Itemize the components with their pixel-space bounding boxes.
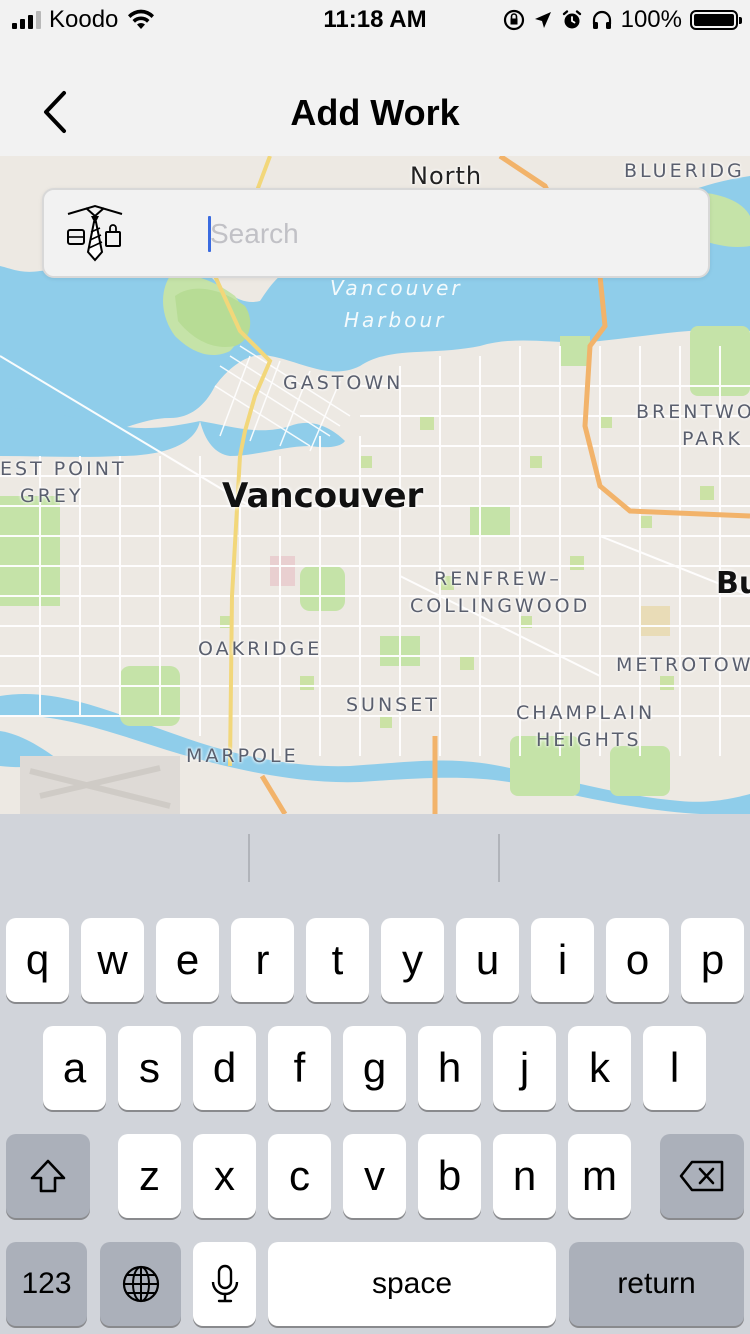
map-label-brentwood: BRENTWO	[636, 401, 750, 423]
key-e[interactable]: e	[156, 918, 219, 1002]
key-c[interactable]: c	[268, 1134, 331, 1218]
map-label-harbour-1: Vancouver	[330, 276, 463, 300]
search-input[interactable]	[206, 210, 690, 258]
key-k[interactable]: k	[568, 1026, 631, 1110]
map-label-burnaby: Bu	[716, 566, 750, 601]
map-label-vancouver: Vancouver	[222, 476, 424, 516]
key-w[interactable]: w	[81, 918, 144, 1002]
key-i[interactable]: i	[531, 918, 594, 1002]
suggestion-divider	[248, 834, 250, 882]
globe-key[interactable]	[100, 1242, 181, 1326]
map-label-sunset: SUNSET	[346, 694, 440, 716]
headphones-icon	[592, 10, 611, 29]
battery-percent: 100%	[620, 6, 682, 33]
key-a[interactable]: a	[43, 1026, 106, 1110]
key-x[interactable]: x	[193, 1134, 256, 1218]
status-right: 100%	[503, 6, 742, 34]
map-label-metrotown: METROTOW	[616, 654, 750, 676]
key-q[interactable]: q	[6, 918, 69, 1002]
map-label-renfrew: RENFREW–	[434, 568, 562, 590]
map-label-marpole: MARPOLE	[186, 745, 299, 767]
map-label-north: North	[410, 162, 483, 190]
map-label-heights: HEIGHTS	[536, 729, 642, 751]
key-p[interactable]: p	[681, 918, 744, 1002]
key-s[interactable]: s	[118, 1026, 181, 1110]
key-y[interactable]: y	[381, 918, 444, 1002]
key-v[interactable]: v	[343, 1134, 406, 1218]
space-key[interactable]: space	[268, 1242, 556, 1326]
map-label-collingwood: COLLINGWOOD	[410, 595, 591, 617]
key-l[interactable]: l	[643, 1026, 706, 1110]
page-title: Add Work	[290, 92, 460, 133]
key-r[interactable]: r	[231, 918, 294, 1002]
key-g[interactable]: g	[343, 1026, 406, 1110]
map-label-gastown: GASTOWN	[283, 372, 404, 394]
map-label-oakridge: OAKRIDGE	[198, 638, 323, 660]
battery-icon	[690, 10, 742, 30]
suggestion-divider	[498, 834, 500, 882]
predictive-bar	[0, 814, 750, 902]
globe-icon	[122, 1265, 159, 1303]
key-b[interactable]: b	[418, 1134, 481, 1218]
work-tie-icon	[67, 204, 123, 262]
key-m[interactable]: m	[568, 1134, 631, 1218]
key-t[interactable]: t	[306, 918, 369, 1002]
backspace-icon	[679, 1160, 724, 1192]
microphone-icon	[211, 1264, 238, 1303]
keyboard: q w e r t y u i o p a s d f g h j k l z …	[0, 814, 750, 1334]
key-u[interactable]: u	[456, 918, 519, 1002]
status-bar: Koodo 11:18 AM 100%	[0, 0, 750, 40]
text-cursor	[208, 216, 211, 252]
location-arrow-icon	[534, 12, 551, 28]
search-bar[interactable]	[42, 188, 710, 278]
key-h[interactable]: h	[418, 1026, 481, 1110]
nav-bar: Add Work	[0, 40, 750, 156]
orientation-lock-icon	[503, 9, 524, 31]
map-label-blueridge: BLUERIDG	[624, 160, 745, 182]
alarm-icon	[562, 10, 581, 29]
key-n[interactable]: n	[493, 1134, 556, 1218]
return-key[interactable]: return	[569, 1242, 744, 1326]
map-label-park: PARK	[682, 428, 743, 450]
key-f[interactable]: f	[268, 1026, 331, 1110]
map-label-champlain: CHAMPLAIN	[516, 702, 656, 724]
key-z[interactable]: z	[118, 1134, 181, 1218]
map-label-west-point: EST POINT	[0, 458, 127, 480]
map-label-harbour-2: Harbour	[344, 308, 447, 332]
shift-key[interactable]	[6, 1134, 90, 1218]
dictation-key[interactable]	[193, 1242, 256, 1326]
key-o[interactable]: o	[606, 918, 669, 1002]
shift-arrow-icon	[30, 1159, 66, 1193]
key-d[interactable]: d	[193, 1026, 256, 1110]
delete-key[interactable]	[660, 1134, 744, 1218]
map-label-grey: GREY	[20, 485, 84, 507]
key-j[interactable]: j	[493, 1026, 556, 1110]
numbers-key[interactable]: 123	[6, 1242, 87, 1326]
